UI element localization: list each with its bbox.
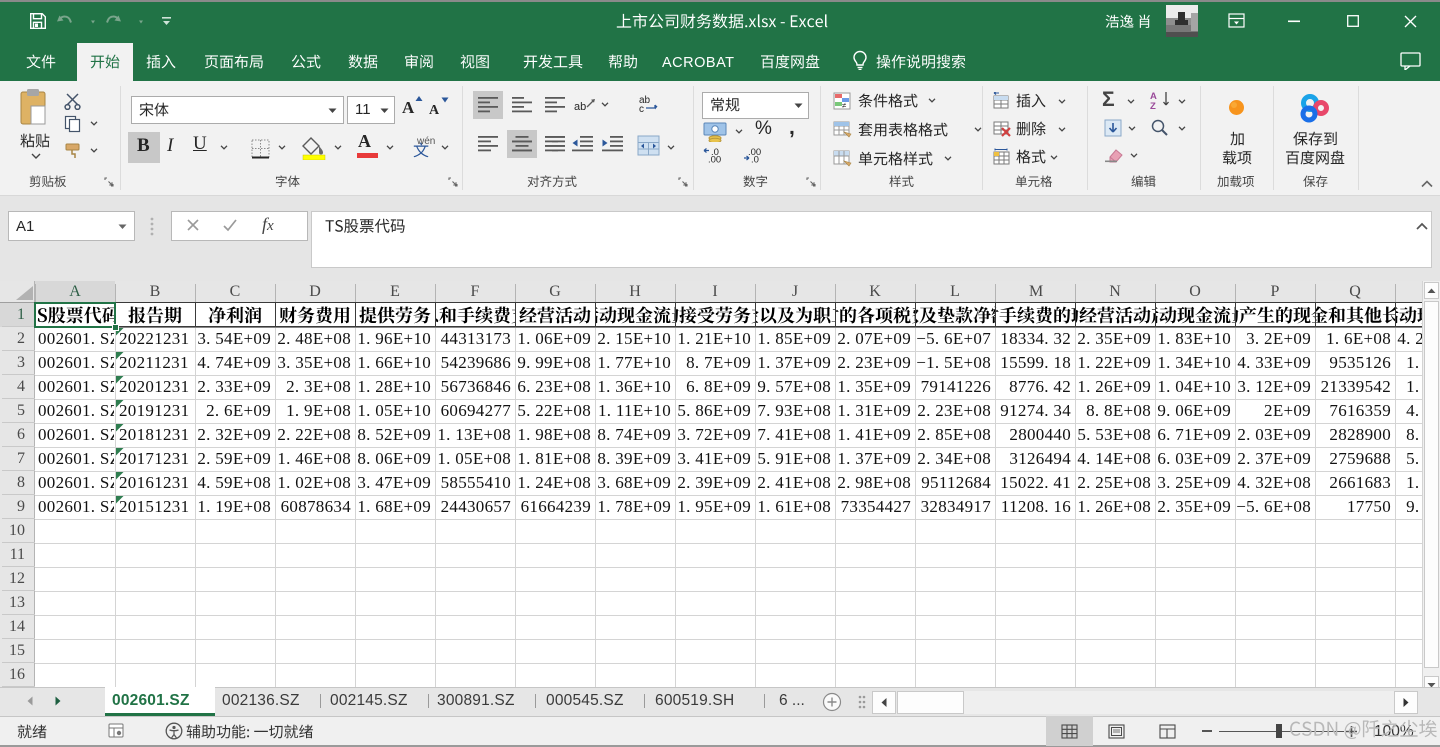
svg-text:≠: ≠: [842, 101, 847, 110]
svg-text:.00: .00: [708, 155, 721, 164]
svg-text:c: c: [639, 104, 644, 114]
svg-text:.0: .0: [751, 155, 759, 164]
svg-text:ab: ab: [574, 101, 586, 113]
svg-text:Z: Z: [1150, 101, 1156, 110]
